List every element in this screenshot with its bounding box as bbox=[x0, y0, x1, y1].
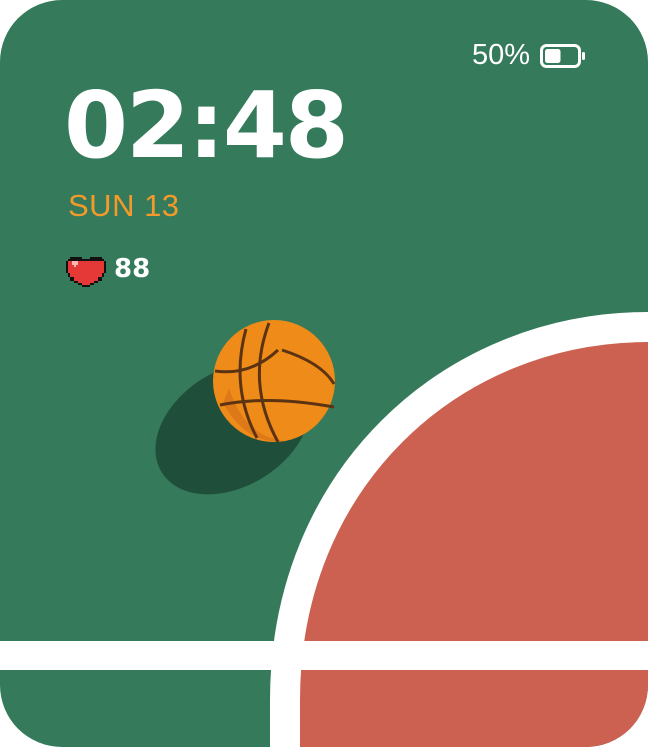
battery-status: 50% bbox=[472, 41, 586, 70]
watch-screen: 50% 02:48 SUN 13 88 bbox=[0, 0, 648, 747]
battery-icon bbox=[540, 43, 585, 68]
battery-percent-label: 50% bbox=[471, 39, 530, 71]
heart-rate-value: 88 bbox=[114, 254, 151, 284]
heart-rate-widget: 88 bbox=[66, 249, 150, 289]
clock-date: SUN 13 bbox=[68, 188, 180, 223]
court-baseline bbox=[0, 641, 648, 670]
basketball-icon bbox=[213, 320, 336, 443]
pixel-heart-icon bbox=[66, 257, 106, 287]
clock-time: 02:48 bbox=[64, 72, 349, 179]
